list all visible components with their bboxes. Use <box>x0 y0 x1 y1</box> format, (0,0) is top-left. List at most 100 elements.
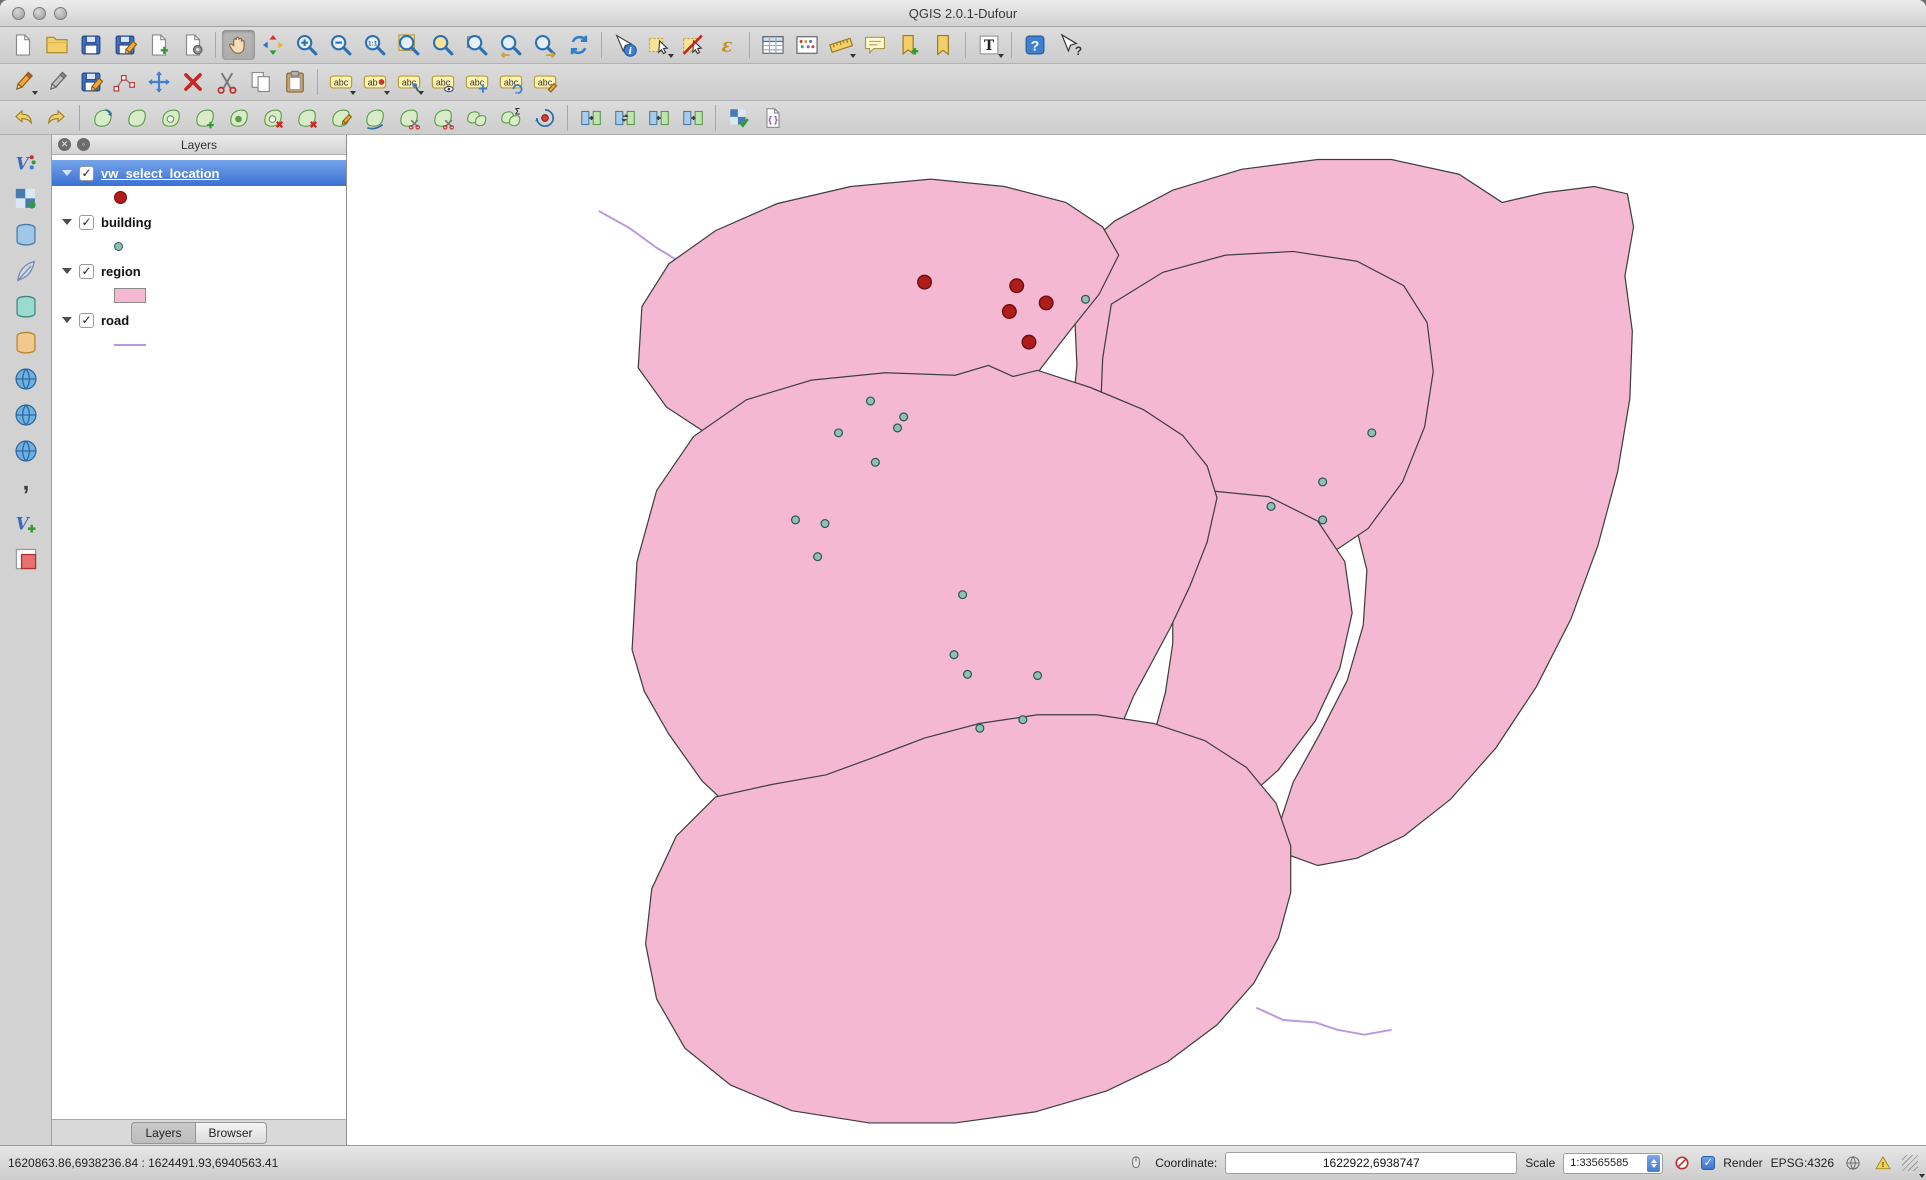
layer-item-vw_select_location[interactable]: ✓vw_select_location <box>52 160 346 186</box>
rotate-point-symbols-button[interactable] <box>528 103 561 133</box>
building-point[interactable] <box>894 424 902 432</box>
zoom-next-button[interactable] <box>528 30 561 60</box>
expand-triangle-icon[interactable] <box>62 317 72 323</box>
zoom-native-resolution-button[interactable]: 1:1 <box>358 30 391 60</box>
layer-item-building[interactable]: ✓ building <box>52 209 346 235</box>
building-point[interactable] <box>976 724 984 732</box>
render-checkbox[interactable]: ✓ <box>1701 1156 1715 1170</box>
split-features-button[interactable] <box>392 103 425 133</box>
paste-features-button[interactable] <box>278 67 311 97</box>
building-point[interactable] <box>950 651 958 659</box>
deselect-features-button[interactable] <box>676 30 709 60</box>
add-postgis-layer-button[interactable] <box>8 219 44 251</box>
composer-manager-button[interactable] <box>176 30 209 60</box>
measure-button[interactable] <box>824 30 857 60</box>
map-tips-button[interactable] <box>858 30 891 60</box>
selected-location-point[interactable] <box>1039 296 1053 309</box>
new-project-button[interactable] <box>6 30 39 60</box>
add-raster-layer-button[interactable] <box>8 183 44 215</box>
messages-log-icon[interactable]: ! <box>1872 1152 1894 1174</box>
layer-visibility-checkbox[interactable]: ✓ <box>79 313 94 328</box>
building-point[interactable] <box>964 670 972 678</box>
new-shapefile-layer-button[interactable]: V <box>8 507 44 539</box>
building-point[interactable] <box>1319 478 1327 486</box>
save-project-as-button[interactable] <box>108 30 141 60</box>
panel-float-button[interactable]: ◦ <box>77 138 90 151</box>
expand-triangle-icon[interactable] <box>62 268 72 274</box>
building-point[interactable] <box>814 553 822 561</box>
remove-layer-button[interactable] <box>8 543 44 575</box>
layer-visibility-checkbox[interactable]: ✓ <box>79 166 94 181</box>
open-attribute-table-button[interactable] <box>756 30 789 60</box>
coordinate-input[interactable] <box>1225 1152 1517 1174</box>
zoom-in-button[interactable] <box>290 30 323 60</box>
checkout-layer-button[interactable] <box>642 103 675 133</box>
building-point[interactable] <box>1034 672 1042 680</box>
new-bookmark-button[interactable] <box>892 30 925 60</box>
current-edits-button[interactable] <box>6 67 39 97</box>
expand-triangle-icon[interactable] <box>62 170 72 176</box>
panel-close-button[interactable]: ✕ <box>58 138 71 151</box>
add-wfs-layer-button[interactable] <box>8 435 44 467</box>
scale-spinner-icon[interactable] <box>1647 1155 1660 1172</box>
building-point[interactable] <box>959 591 967 599</box>
field-calculator-button[interactable] <box>790 30 823 60</box>
move-label-button[interactable]: abc <box>460 67 493 97</box>
road-line-2[interactable] <box>1256 1008 1391 1035</box>
node-tool-button[interactable] <box>108 67 141 97</box>
offline-editing-button[interactable] <box>574 103 607 133</box>
undo-button[interactable] <box>6 103 39 133</box>
expand-triangle-icon[interactable] <box>62 219 72 225</box>
move-feature-button[interactable] <box>142 67 175 97</box>
synchronize-button[interactable] <box>608 103 641 133</box>
rotate-label-button[interactable]: abc <box>494 67 527 97</box>
add-spatialite-layer-button[interactable] <box>8 255 44 287</box>
pan-map-button[interactable] <box>222 30 255 60</box>
select-features-button[interactable] <box>642 30 675 60</box>
whats-this-button[interactable]: ? <box>1052 30 1085 60</box>
add-part-button[interactable] <box>188 103 221 133</box>
copy-features-button[interactable] <box>244 67 277 97</box>
tab-browser[interactable]: Browser <box>195 1122 267 1144</box>
building-point[interactable] <box>1319 516 1327 524</box>
text-annotation-button[interactable]: T <box>972 30 1005 60</box>
layer-visibility-checkbox[interactable]: ✓ <box>79 215 94 230</box>
toggle-editing-button[interactable] <box>40 67 73 97</box>
highlight-pinned-labels-button[interactable]: abc <box>426 67 459 97</box>
layer-item-region[interactable]: ✓region <box>52 258 346 284</box>
zoom-out-button[interactable] <box>324 30 357 60</box>
change-label-properties-button[interactable]: abc <box>528 67 561 97</box>
layer-name[interactable]: building <box>101 215 152 230</box>
merge-feature-attributes-button[interactable]: Σ <box>494 103 527 133</box>
layer-labeling-button[interactable]: abc <box>324 67 357 97</box>
delete-part-button[interactable] <box>290 103 323 133</box>
stop-rendering-icon[interactable] <box>1671 1152 1693 1174</box>
delete-ring-button[interactable] <box>256 103 289 133</box>
delete-selected-button[interactable] <box>176 67 209 97</box>
reshape-features-button[interactable] <box>324 103 357 133</box>
layer-visibility-checkbox[interactable]: ✓ <box>79 264 94 279</box>
add-wcs-layer-button[interactable] <box>8 399 44 431</box>
crs-status-icon[interactable] <box>1842 1152 1864 1174</box>
offset-curve-button[interactable] <box>358 103 391 133</box>
building-point[interactable] <box>821 520 829 528</box>
show-bookmarks-button[interactable] <box>926 30 959 60</box>
save-project-button[interactable] <box>74 30 107 60</box>
run-console-script-button[interactable]: { } <box>756 103 789 133</box>
layer-name[interactable]: road <box>101 313 129 328</box>
rotate-feature-button[interactable] <box>86 103 119 133</box>
layer-labeling-options-button[interactable]: ab <box>358 67 391 97</box>
merge-features-button[interactable] <box>460 103 493 133</box>
geometry-checker-button[interactable] <box>722 103 755 133</box>
building-point[interactable] <box>871 458 879 466</box>
map-canvas[interactable] <box>347 135 1926 1145</box>
add-delimited-text-layer-button[interactable]: , <box>8 471 44 503</box>
add-wms-layer-button[interactable] <box>8 363 44 395</box>
add-ring-button[interactable] <box>154 103 187 133</box>
simplify-feature-button[interactable] <box>120 103 153 133</box>
close-button[interactable] <box>12 7 25 20</box>
resize-grip[interactable] <box>1902 1155 1918 1171</box>
zoom-to-selection-button[interactable] <box>426 30 459 60</box>
select-by-expression-button[interactable]: ε <box>710 30 743 60</box>
cut-features-button[interactable] <box>210 67 243 97</box>
